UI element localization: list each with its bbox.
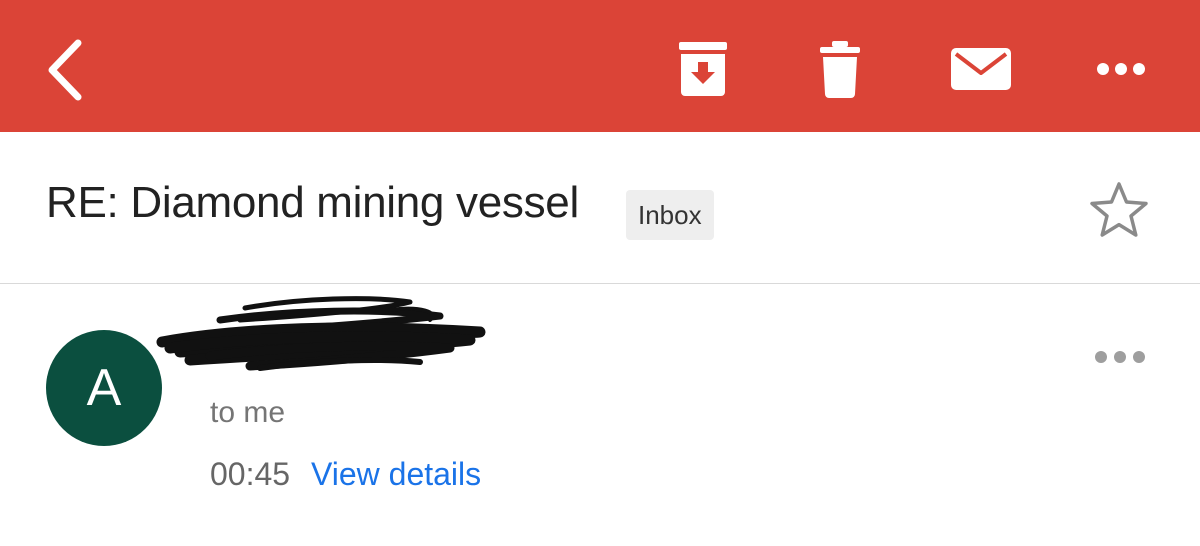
- archive-icon: [679, 42, 727, 96]
- email-view: RE: Diamond mining vessel Inbox A to me …: [0, 0, 1200, 546]
- delete-button[interactable]: [808, 34, 872, 104]
- mark-unread-button[interactable]: [944, 34, 1018, 104]
- more-horizontal-icon: [1095, 351, 1145, 363]
- message-more-button[interactable]: [1094, 350, 1146, 380]
- star-outline-icon: [1090, 182, 1148, 237]
- message-meta: 00:45 View details: [210, 456, 481, 493]
- back-button[interactable]: [30, 30, 100, 110]
- subject-row: RE: Diamond mining vessel Inbox: [0, 132, 1200, 284]
- trash-icon: [820, 41, 860, 98]
- more-horizontal-icon: [1097, 63, 1145, 75]
- inbox-label-chip[interactable]: Inbox: [626, 190, 714, 240]
- sender-name-redaction: [156, 296, 486, 371]
- chevron-left-icon: [48, 39, 82, 101]
- archive-button[interactable]: [668, 34, 738, 104]
- sender-avatar[interactable]: A: [46, 330, 162, 446]
- view-details-link[interactable]: View details: [311, 456, 481, 492]
- thread-subject: RE: Diamond mining vessel: [46, 178, 579, 227]
- more-options-button[interactable]: [1088, 44, 1154, 94]
- recipient-text[interactable]: to me: [210, 396, 285, 430]
- top-toolbar: [0, 0, 1200, 132]
- mail-icon: [951, 48, 1011, 90]
- message-time: 00:45: [210, 456, 291, 492]
- star-button[interactable]: [1088, 180, 1150, 240]
